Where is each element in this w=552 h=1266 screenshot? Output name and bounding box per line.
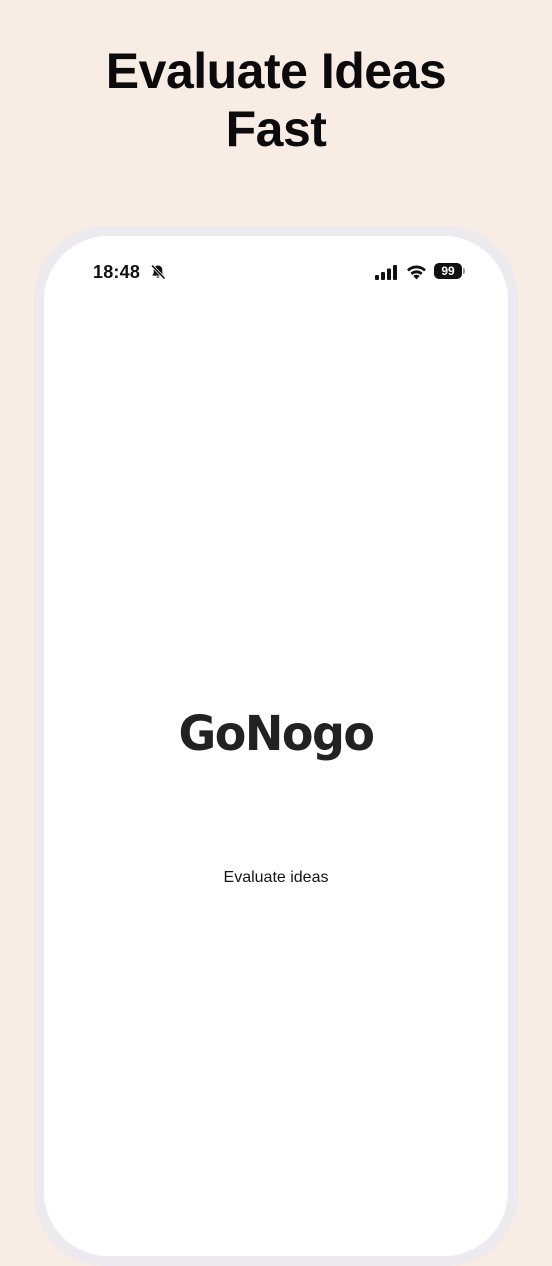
battery-level: 99 — [434, 263, 462, 279]
phone-screen: 18:48 99 GoNogo Evaluate ideas — [44, 236, 508, 1256]
app-logo: GoNogo — [178, 704, 376, 762]
status-time: 18:48 — [93, 262, 141, 282]
splash-tagline: Evaluate ideas — [223, 869, 329, 886]
marketing-headline: Evaluate Ideas Fast — [0, 42, 552, 158]
bell-slash-icon — [150, 264, 166, 280]
wifi-icon — [407, 265, 426, 280]
headline-line-1: Evaluate Ideas — [105, 43, 447, 99]
battery-icon: 99 — [434, 263, 466, 281]
headline-line-2: Fast — [225, 101, 327, 157]
battery-cap — [463, 268, 465, 274]
cellular-signal-icon — [375, 265, 397, 280]
